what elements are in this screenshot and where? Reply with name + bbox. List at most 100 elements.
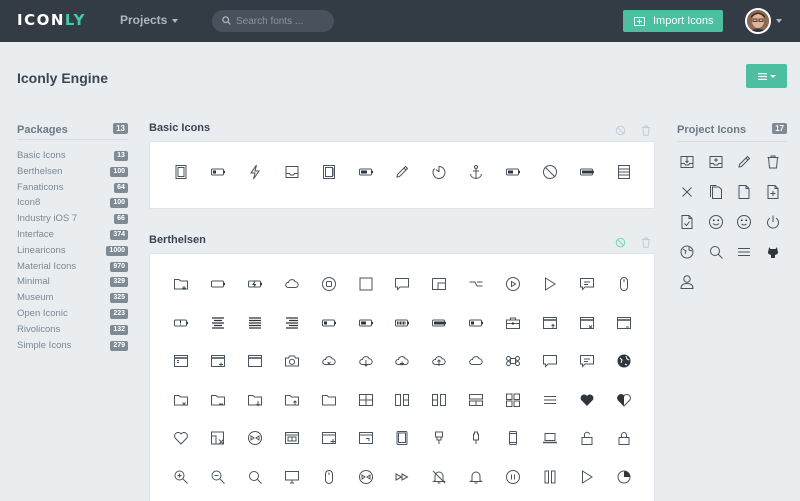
trash-icon[interactable] — [765, 154, 781, 170]
align-justify-icon[interactable] — [247, 315, 263, 331]
bell-icon[interactable] — [468, 469, 484, 485]
browser-minimize-icon[interactable] — [616, 315, 632, 331]
phone-icon[interactable] — [505, 430, 521, 446]
trash-icon[interactable] — [641, 235, 651, 253]
browser-list-icon[interactable] — [173, 353, 189, 369]
document-icon[interactable] — [173, 164, 189, 180]
sidebar-item-package[interactable]: Museum 325 — [17, 292, 128, 308]
battery-empty-icon[interactable] — [210, 276, 226, 292]
chat-bubble-icon[interactable] — [542, 353, 558, 369]
file-icon[interactable] — [736, 184, 752, 200]
app-logo[interactable]: ICONLY — [17, 11, 86, 29]
heart-filled-icon[interactable] — [579, 392, 595, 408]
battery-three-quarter-icon[interactable] — [394, 315, 410, 331]
inbox-download-icon[interactable] — [679, 154, 695, 170]
pencil-icon[interactable] — [736, 154, 752, 170]
folder-upload-icon[interactable] — [284, 392, 300, 408]
battery-full-icon[interactable] — [431, 315, 447, 331]
browser-add-icon[interactable] — [210, 353, 226, 369]
pause-circle-icon[interactable] — [505, 469, 521, 485]
sidebar-item-package[interactable]: Fanaticons 64 — [17, 182, 128, 198]
sidebar-item-package[interactable]: Icon8 100 — [17, 197, 128, 213]
browser-window-icon[interactable] — [247, 353, 263, 369]
github-icon[interactable] — [765, 244, 781, 260]
command-key-icon[interactable] — [505, 353, 521, 369]
chevron-down-icon[interactable] — [776, 19, 782, 23]
image-close-icon[interactable] — [210, 430, 226, 446]
battery-half-icon[interactable] — [358, 315, 374, 331]
folder-remove-icon[interactable] — [210, 392, 226, 408]
search-icon[interactable] — [708, 244, 724, 260]
align-center-icon[interactable] — [210, 315, 226, 331]
cloud-upload-icon[interactable] — [431, 353, 447, 369]
face-happy-icon[interactable] — [708, 214, 724, 230]
battery-charging-icon[interactable] — [247, 276, 263, 292]
folder-icon[interactable] — [321, 392, 337, 408]
power-icon[interactable] — [765, 214, 781, 230]
sidebar-item-package[interactable]: Berthelsen 100 — [17, 166, 128, 182]
pause-bars-icon[interactable] — [542, 469, 558, 485]
monitor-icon[interactable] — [284, 469, 300, 485]
clear-icon[interactable] — [615, 235, 626, 253]
mouse-icon[interactable] — [616, 276, 632, 292]
inbox-icon[interactable] — [284, 164, 300, 180]
layout-split-icon[interactable] — [431, 392, 447, 408]
layout-grid-icon[interactable] — [358, 392, 374, 408]
battery-low-icon[interactable] — [210, 164, 226, 180]
battery-low-icon[interactable] — [468, 315, 484, 331]
align-right-icon[interactable] — [284, 315, 300, 331]
unlock-icon[interactable] — [579, 430, 595, 446]
toggle-switch-icon[interactable] — [468, 276, 484, 292]
anchor-icon[interactable] — [468, 164, 484, 180]
zoom-out-icon[interactable] — [210, 469, 226, 485]
browser-close-icon[interactable] — [579, 315, 595, 331]
battery-half-icon[interactable] — [505, 164, 521, 180]
cloud-close-icon[interactable] — [321, 353, 337, 369]
search-input[interactable] — [236, 13, 330, 29]
clear-icon[interactable] — [615, 123, 626, 141]
layout-quad-icon[interactable] — [505, 392, 521, 408]
bell-off-icon[interactable] — [431, 469, 447, 485]
sidebar-item-package[interactable]: Simple Icons 279 — [17, 340, 128, 356]
file-add-icon[interactable] — [765, 184, 781, 200]
sidebar-item-package[interactable]: Interface 374 — [17, 229, 128, 245]
options-menu-button[interactable] — [746, 64, 787, 88]
heart-outline-icon[interactable] — [173, 430, 189, 446]
search-box[interactable] — [212, 10, 334, 32]
record-button-icon[interactable] — [321, 276, 337, 292]
documents-icon[interactable] — [708, 184, 724, 200]
folder-download-icon[interactable] — [247, 392, 263, 408]
sidebar-item-package[interactable]: Industry iOS 7 66 — [17, 213, 128, 229]
folder-add-icon[interactable] — [173, 276, 189, 292]
sidebar-item-package[interactable]: Basic Icons 13 — [17, 150, 128, 166]
menu-icon[interactable] — [736, 244, 752, 260]
sidebar-item-package[interactable]: Minimal 329 — [17, 276, 128, 292]
no-entry-icon[interactable] — [542, 164, 558, 180]
window-split-icon[interactable] — [284, 430, 300, 446]
notepad-pencil-icon[interactable] — [394, 164, 410, 180]
laptop-icon[interactable] — [542, 430, 558, 446]
avatar[interactable] — [745, 8, 771, 34]
globe-icon[interactable] — [679, 244, 695, 260]
battery-full-icon[interactable] — [579, 164, 595, 180]
close-icon[interactable] — [679, 184, 695, 200]
face-smile-icon[interactable] — [736, 214, 752, 230]
pie-chart-icon[interactable] — [616, 469, 632, 485]
display-icon[interactable] — [579, 469, 595, 485]
film-reel-icon[interactable] — [247, 430, 263, 446]
archive-tray-icon[interactable] — [616, 164, 632, 180]
tablet-icon[interactable] — [394, 430, 410, 446]
sidebar-item-package[interactable]: Material Icons 970 — [17, 261, 128, 277]
lock-icon[interactable] — [616, 430, 632, 446]
inbox-add-icon[interactable] — [708, 154, 724, 170]
battery-mid-icon[interactable] — [358, 164, 374, 180]
usb-plug-icon[interactable] — [431, 430, 447, 446]
sidebar-item-package[interactable]: Linearicons 1000 — [17, 245, 128, 261]
usb-cable-icon[interactable] — [468, 430, 484, 446]
briefcase-icon[interactable] — [505, 315, 521, 331]
notebook-icon[interactable] — [321, 164, 337, 180]
window-add-icon[interactable] — [321, 430, 337, 446]
heart-half-icon[interactable] — [616, 392, 632, 408]
camera-icon[interactable] — [284, 353, 300, 369]
chat-lines-icon[interactable] — [579, 353, 595, 369]
